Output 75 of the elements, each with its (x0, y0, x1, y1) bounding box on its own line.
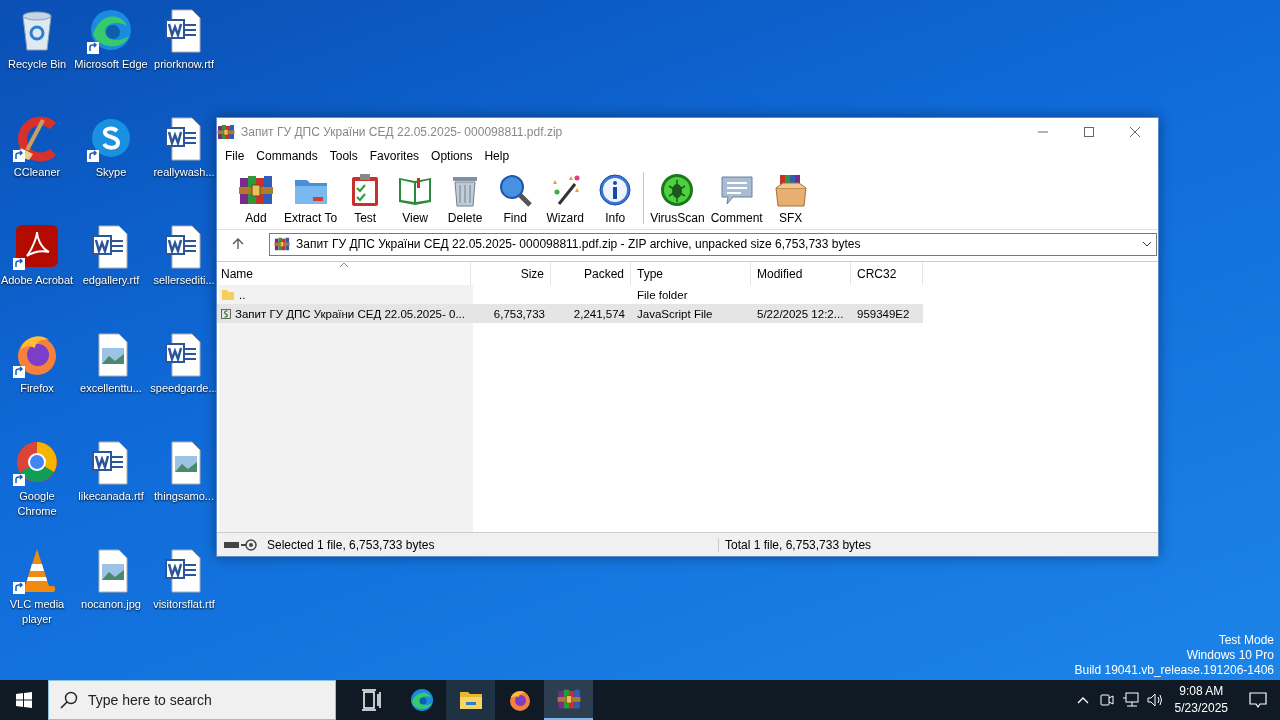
chevron-up-icon (1076, 696, 1089, 704)
desktop-icon-label[interactable]: speedgarde... (150, 381, 218, 396)
toolbar-button[interactable]: Comment (707, 171, 766, 225)
menu-item[interactable]: Commands (250, 147, 324, 165)
close-icon (1130, 126, 1140, 137)
desktop-icon-label[interactable]: nocanon.jpg (81, 597, 141, 612)
script-file-icon (221, 306, 231, 321)
table-cell-text: JavaScript File (636, 306, 714, 322)
desktop-icon-label[interactable]: Adobe Acrobat (0, 273, 74, 288)
desktop-icon-label[interactable]: edgallery.rtf (82, 273, 140, 288)
toolbar-button[interactable]: Add (231, 171, 281, 225)
menu-item[interactable]: Tools (323, 147, 364, 165)
window-title: Запит ГУ ДПС України СЕД 22.05.2025- 000098811.pdf.zip (241, 124, 564, 139)
file-row[interactable]: Запит ГУ ДПС України СЕД 22.05.2025- 0... 6,753,733 2,241,574 JavaScript File 5/22/2025 12:2... 959349E2 (217, 304, 923, 323)
desktop-icon-label[interactable]: thingsamo... (154, 489, 214, 504)
folder-icon (221, 287, 235, 302)
toolbar-button[interactable]: Find (490, 171, 541, 225)
system-info-text: Test Mode (1218, 633, 1274, 648)
desktop-icon[interactable] (13, 222, 61, 270)
windows-logo-icon (16, 692, 32, 708)
system-info-text: Windows 10 Pro (1186, 648, 1274, 663)
speech-bubble-icon (1248, 690, 1268, 710)
desktop-icon-label[interactable]: Skype (95, 165, 127, 180)
search-field[interactable]: Type here to search (48, 680, 336, 720)
table-cell-text: 959349E2 (856, 306, 911, 322)
toolbar-button[interactable]: Extract To (281, 171, 341, 225)
bug-icon (659, 171, 696, 208)
table-cell-text: File folder (636, 287, 689, 303)
desktop-icon-label[interactable]: sellersediti... (153, 273, 215, 288)
up-arrow-icon (232, 238, 244, 250)
desktop-icon-label[interactable]: priorknow.rtf (154, 57, 214, 72)
desktop-icon-label[interactable]: Microsoft Edge (74, 57, 148, 72)
search-icon (60, 691, 78, 709)
status-text: Total 1 file, 6,753,733 bytes (724, 537, 872, 552)
browser-icon (507, 688, 532, 712)
taskbar-app-button[interactable] (446, 680, 495, 720)
menu-item[interactable]: File (219, 147, 251, 165)
toolbar-button[interactable]: View (390, 171, 441, 225)
desktop-icon-label[interactable]: visitorsflat.rtf (153, 597, 215, 612)
desktop-icon-label[interactable]: reallywash... (153, 165, 215, 180)
toolbar-button[interactable]: Wizard (540, 171, 591, 225)
toolbar-button[interactable]: VirusScan (647, 171, 708, 225)
toolbar-button[interactable]: Delete (440, 171, 491, 225)
books-icon (556, 687, 581, 711)
chevron-down-icon (1142, 241, 1152, 247)
desktop-icon-label[interactable]: Recycle Bin (7, 57, 67, 72)
desktop-icon-label[interactable]: Google Chrome (0, 489, 74, 519)
maximize-icon (1084, 126, 1094, 137)
table-cell-text: 2,241,574 (572, 306, 626, 322)
system-info-text: Build 19041.vb_release.191206-1406 (1074, 663, 1274, 678)
archive-icon (274, 236, 290, 252)
taskbar-app-button[interactable] (544, 680, 593, 720)
table-cell: Запит ГУ ДПС України СЕД 22.05.2025- 0... (217, 304, 471, 323)
browser-icon (409, 688, 434, 712)
menu-item[interactable]: Help (478, 147, 516, 165)
table-cell-text: 6,753,733 (492, 306, 546, 322)
desktop-icon-label[interactable]: excellenttu... (80, 381, 142, 396)
desktop-icon-label[interactable]: Firefox (20, 381, 54, 396)
toolbar-button[interactable]: SFX (765, 171, 816, 225)
clock[interactable]: 9:08 AM 5/23/2025 (1166, 680, 1236, 720)
status-text: Selected 1 file, 6,753,733 bytes (267, 537, 719, 552)
app-icon (217, 122, 235, 141)
desktop-icon-label[interactable]: VLC media player (0, 597, 74, 627)
address-field[interactable]: Запит ГУ ДПС України СЕД 22.05.2025- 000098811.pdf.zip - ZIP archive, unpacked size 6,753,733 bytes (269, 232, 1157, 256)
menu-item[interactable]: Favorites (363, 147, 426, 165)
desktop-icon-label[interactable]: CCleaner (13, 165, 61, 180)
toolbar-button[interactable]: Test (340, 171, 391, 225)
table-cell-text: 5/22/2025 12:2... (756, 306, 845, 322)
menu-item[interactable]: Options (425, 147, 479, 165)
info-icon (597, 171, 634, 208)
file-row[interactable]: .. File folder (217, 285, 1158, 304)
toolbar-button[interactable]: Info (590, 171, 641, 225)
table-cell: .. (217, 285, 471, 304)
desktop-icon-label[interactable]: likecanada.rtf (78, 489, 144, 504)
network-icon (1121, 690, 1140, 710)
